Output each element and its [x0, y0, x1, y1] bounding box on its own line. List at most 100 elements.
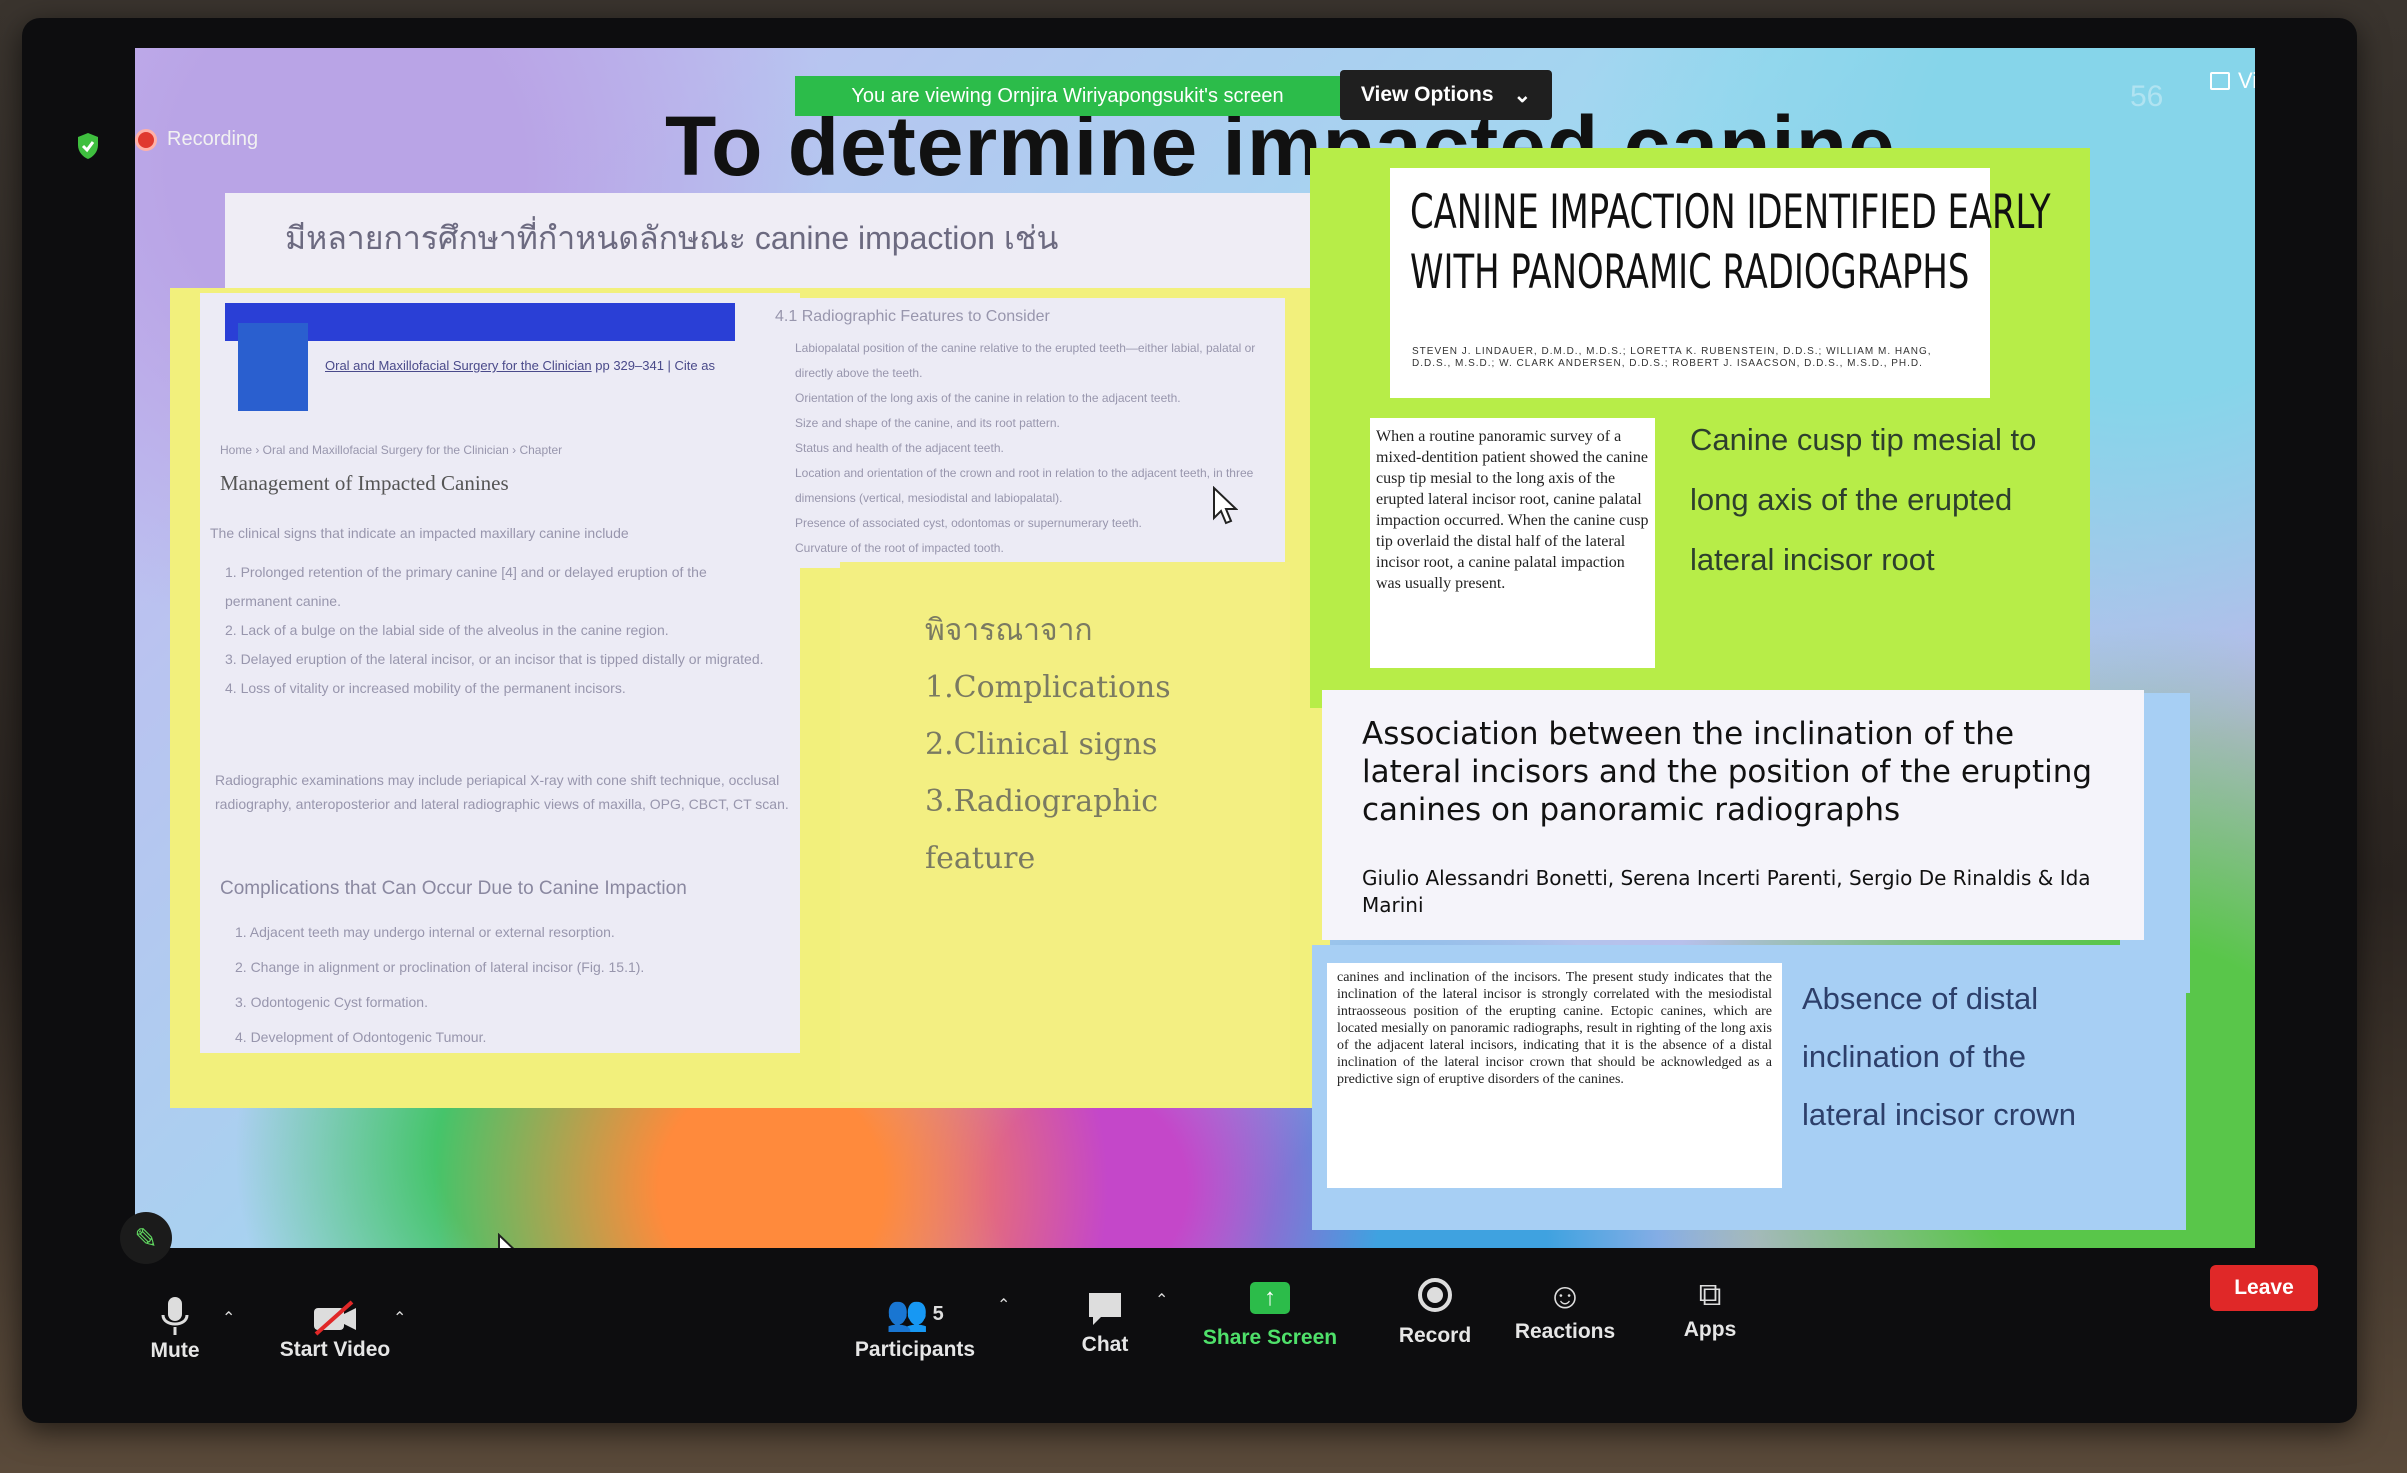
note-line: lateral incisor root: [1690, 542, 1935, 577]
participants-icon: 👥 5: [886, 1295, 944, 1333]
participants-count: 5: [932, 1303, 944, 1325]
list-item: Status and health of the adjacent teeth.: [795, 441, 1004, 455]
blue-note: Absence of distal inclination of the lat…: [1802, 970, 2076, 1144]
list-item: 3. Delayed eruption of the lateral incis…: [225, 651, 764, 667]
leave-button[interactable]: Leave: [2210, 1265, 2318, 1311]
note-line: Absence of distal: [1802, 981, 2039, 1016]
list-item: 4. Development of Odontogenic Tumour.: [235, 1029, 487, 1045]
chat-bubble-icon: [1089, 1293, 1121, 1325]
green-note: Canine cusp tip mesial to long axis of t…: [1690, 410, 2036, 590]
record-icon: [1418, 1278, 1452, 1312]
book-cover-icon: [238, 323, 308, 411]
share-screen-label: Share Screen: [1202, 1326, 1338, 1349]
headline-line: CANINE IMPACTION IDENTIFIED EARLY: [1410, 185, 2051, 240]
encryption-shield-icon: [78, 133, 98, 159]
viewing-banner: You are viewing Ornjira Wiriyapongsukit'…: [795, 76, 1340, 116]
book-source-link[interactable]: Oral and Maxillofacial Surgery for the C…: [325, 358, 592, 373]
participants-button[interactable]: 👥 5 Participants: [850, 1290, 980, 1362]
book-excerpt-left: Oral and Maxillofacial Surgery for the C…: [200, 293, 800, 1053]
list-item: feature: [925, 841, 1036, 876]
note-line: Canine cusp tip mesial to: [1690, 422, 2037, 457]
list-item: 1.Complications: [925, 670, 1171, 705]
recording-label: Recording: [167, 128, 259, 150]
list-item: Labiopalatal position of the canine rela…: [795, 341, 1256, 380]
list-item: Orientation of the long axis of the cani…: [795, 391, 1181, 405]
microphone-icon: [161, 1297, 189, 1335]
association-card: Association between the inclination of t…: [1322, 690, 2144, 940]
note-line: lateral incisor crown: [1802, 1097, 2076, 1132]
share-screen-icon: ↑: [1250, 1282, 1290, 1314]
headline-box: CANINE IMPACTION IDENTIFIED EARLY WITH P…: [1390, 168, 2051, 398]
chevron-up-icon[interactable]: ⌃: [997, 1295, 1010, 1315]
view-label: View: [2238, 68, 2255, 93]
grid-view-icon: [2210, 72, 2230, 90]
association-title: Association between the inclination of t…: [1362, 716, 2093, 828]
recording-indicator[interactable]: Recording: [135, 128, 258, 151]
article-authors: STEVEN J. LINDAUER, D.M.D., M.D.S.; LORE…: [1412, 346, 1932, 369]
thai-heading: มีหลายการศึกษาที่กำหนดลักษณะ canine impa…: [225, 193, 1315, 303]
book-excerpt-right: 4.1 Radiographic Features to Consider La…: [765, 298, 1285, 568]
record-button[interactable]: Record: [1385, 1278, 1485, 1348]
list-item: 2.Clinical signs: [925, 727, 1158, 762]
list-item: 2. Change in alignment or proclination o…: [235, 959, 645, 975]
headline-line: WITH PANORAMIC RADIOGRAPHS: [1410, 245, 1970, 300]
signs-intro: The clinical signs that indicate an impa…: [210, 525, 629, 541]
view-options-button[interactable]: View Options ⌄: [1340, 70, 1552, 120]
list-item: Size and shape of the canine, and its ro…: [795, 416, 1060, 430]
chat-button[interactable]: Chat: [1070, 1285, 1140, 1357]
list-item: Location and orientation of the crown an…: [795, 466, 1254, 505]
mute-button[interactable]: Mute: [140, 1295, 210, 1363]
share-screen-button[interactable]: ↑ Share Screen: [1200, 1282, 1340, 1350]
reactions-label: Reactions: [1514, 1320, 1616, 1343]
mouse-cursor-icon: [498, 1233, 515, 1248]
list-item: 3. Odontogenic Cyst formation.: [235, 994, 428, 1010]
association-authors: Giulio Alessandri Bonetti, Serena Incert…: [1362, 866, 2091, 917]
complications-list: 1. Adjacent teeth may undergo internal o…: [235, 915, 644, 1055]
start-video-button[interactable]: Start Video: [275, 1298, 395, 1362]
features-list: Labiopalatal position of the canine rela…: [795, 336, 1275, 561]
book-pages: pp 329–341 | Cite as: [595, 358, 715, 373]
signs-list: 1. Prolonged retention of the primary ca…: [225, 558, 770, 703]
complications-title: Complications that Can Occur Due to Cani…: [220, 878, 687, 899]
apps-icon: ⧉: [1698, 1276, 1722, 1312]
view-options-label: View Options: [1360, 83, 1494, 106]
list-item: 1. Adjacent teeth may undergo internal o…: [235, 924, 615, 940]
book-source: Oral and Maxillofacial Surgery for the C…: [325, 358, 715, 373]
annotate-pencil-button[interactable]: ✎: [120, 1212, 172, 1264]
note-line: long axis of the erupted: [1690, 482, 2013, 517]
breadcrumb: Home › Oral and Maxillofacial Surgery fo…: [220, 443, 563, 457]
consider-heading: พิจารณาจาก: [925, 613, 1093, 648]
list-item: Curvature of the root of impacted tooth.: [795, 541, 1004, 555]
chevron-down-icon: ⌄: [1513, 83, 1532, 107]
start-video-label: Start Video: [279, 1338, 391, 1361]
article-headline: CANINE IMPACTION IDENTIFIED EARLY WITH P…: [1410, 183, 2051, 303]
pencil-icon: ✎: [134, 1222, 158, 1254]
record-label: Record: [1398, 1324, 1472, 1347]
chevron-up-icon[interactable]: ⌃: [393, 1308, 406, 1328]
chat-label: Chat: [1081, 1333, 1129, 1356]
note-line: inclination of the: [1802, 1039, 2027, 1074]
apps-label: Apps: [1683, 1318, 1737, 1341]
blue-excerpt: canines and inclination of the incisors.…: [1327, 963, 1782, 1188]
page-number: 56: [2130, 80, 2164, 113]
blue-article-panel: canines and inclination of the incisors.…: [1312, 945, 2186, 1230]
list-item: 1. Prolonged retention of the primary ca…: [225, 564, 707, 609]
list-item: 4. Loss of vitality or increased mobilit…: [225, 680, 626, 696]
chevron-up-icon[interactable]: ⌃: [1155, 1290, 1168, 1310]
features-title: 4.1 Radiographic Features to Consider: [775, 308, 1050, 325]
view-button[interactable]: View: [2210, 68, 2255, 94]
chevron-up-icon[interactable]: ⌃: [222, 1308, 235, 1328]
green-article-panel: CANINE IMPACTION IDENTIFIED EARLY WITH P…: [1310, 148, 2090, 708]
list-item: Presence of associated cyst, odontomas o…: [795, 516, 1142, 530]
chapter-title: Management of Impacted Canines: [220, 471, 509, 495]
green-excerpt: When a routine panoramic survey of a mix…: [1370, 418, 1655, 668]
shared-screen: Recording To determine impacted canine Y…: [135, 48, 2255, 1248]
consider-list: พิจารณาจาก 1.Complications 2.Clinical si…: [925, 602, 1171, 887]
list-item: 3.Radiographic: [925, 784, 1158, 819]
reactions-button[interactable]: ☺ Reactions: [1510, 1272, 1620, 1344]
video-off-icon: [314, 1300, 356, 1336]
list-item: 2. Lack of a bulge on the labial side of…: [225, 622, 669, 638]
apps-button[interactable]: ⧉ Apps: [1670, 1270, 1750, 1342]
mouse-cursor-icon: [1213, 486, 1238, 525]
participants-label: Participants: [854, 1338, 976, 1361]
